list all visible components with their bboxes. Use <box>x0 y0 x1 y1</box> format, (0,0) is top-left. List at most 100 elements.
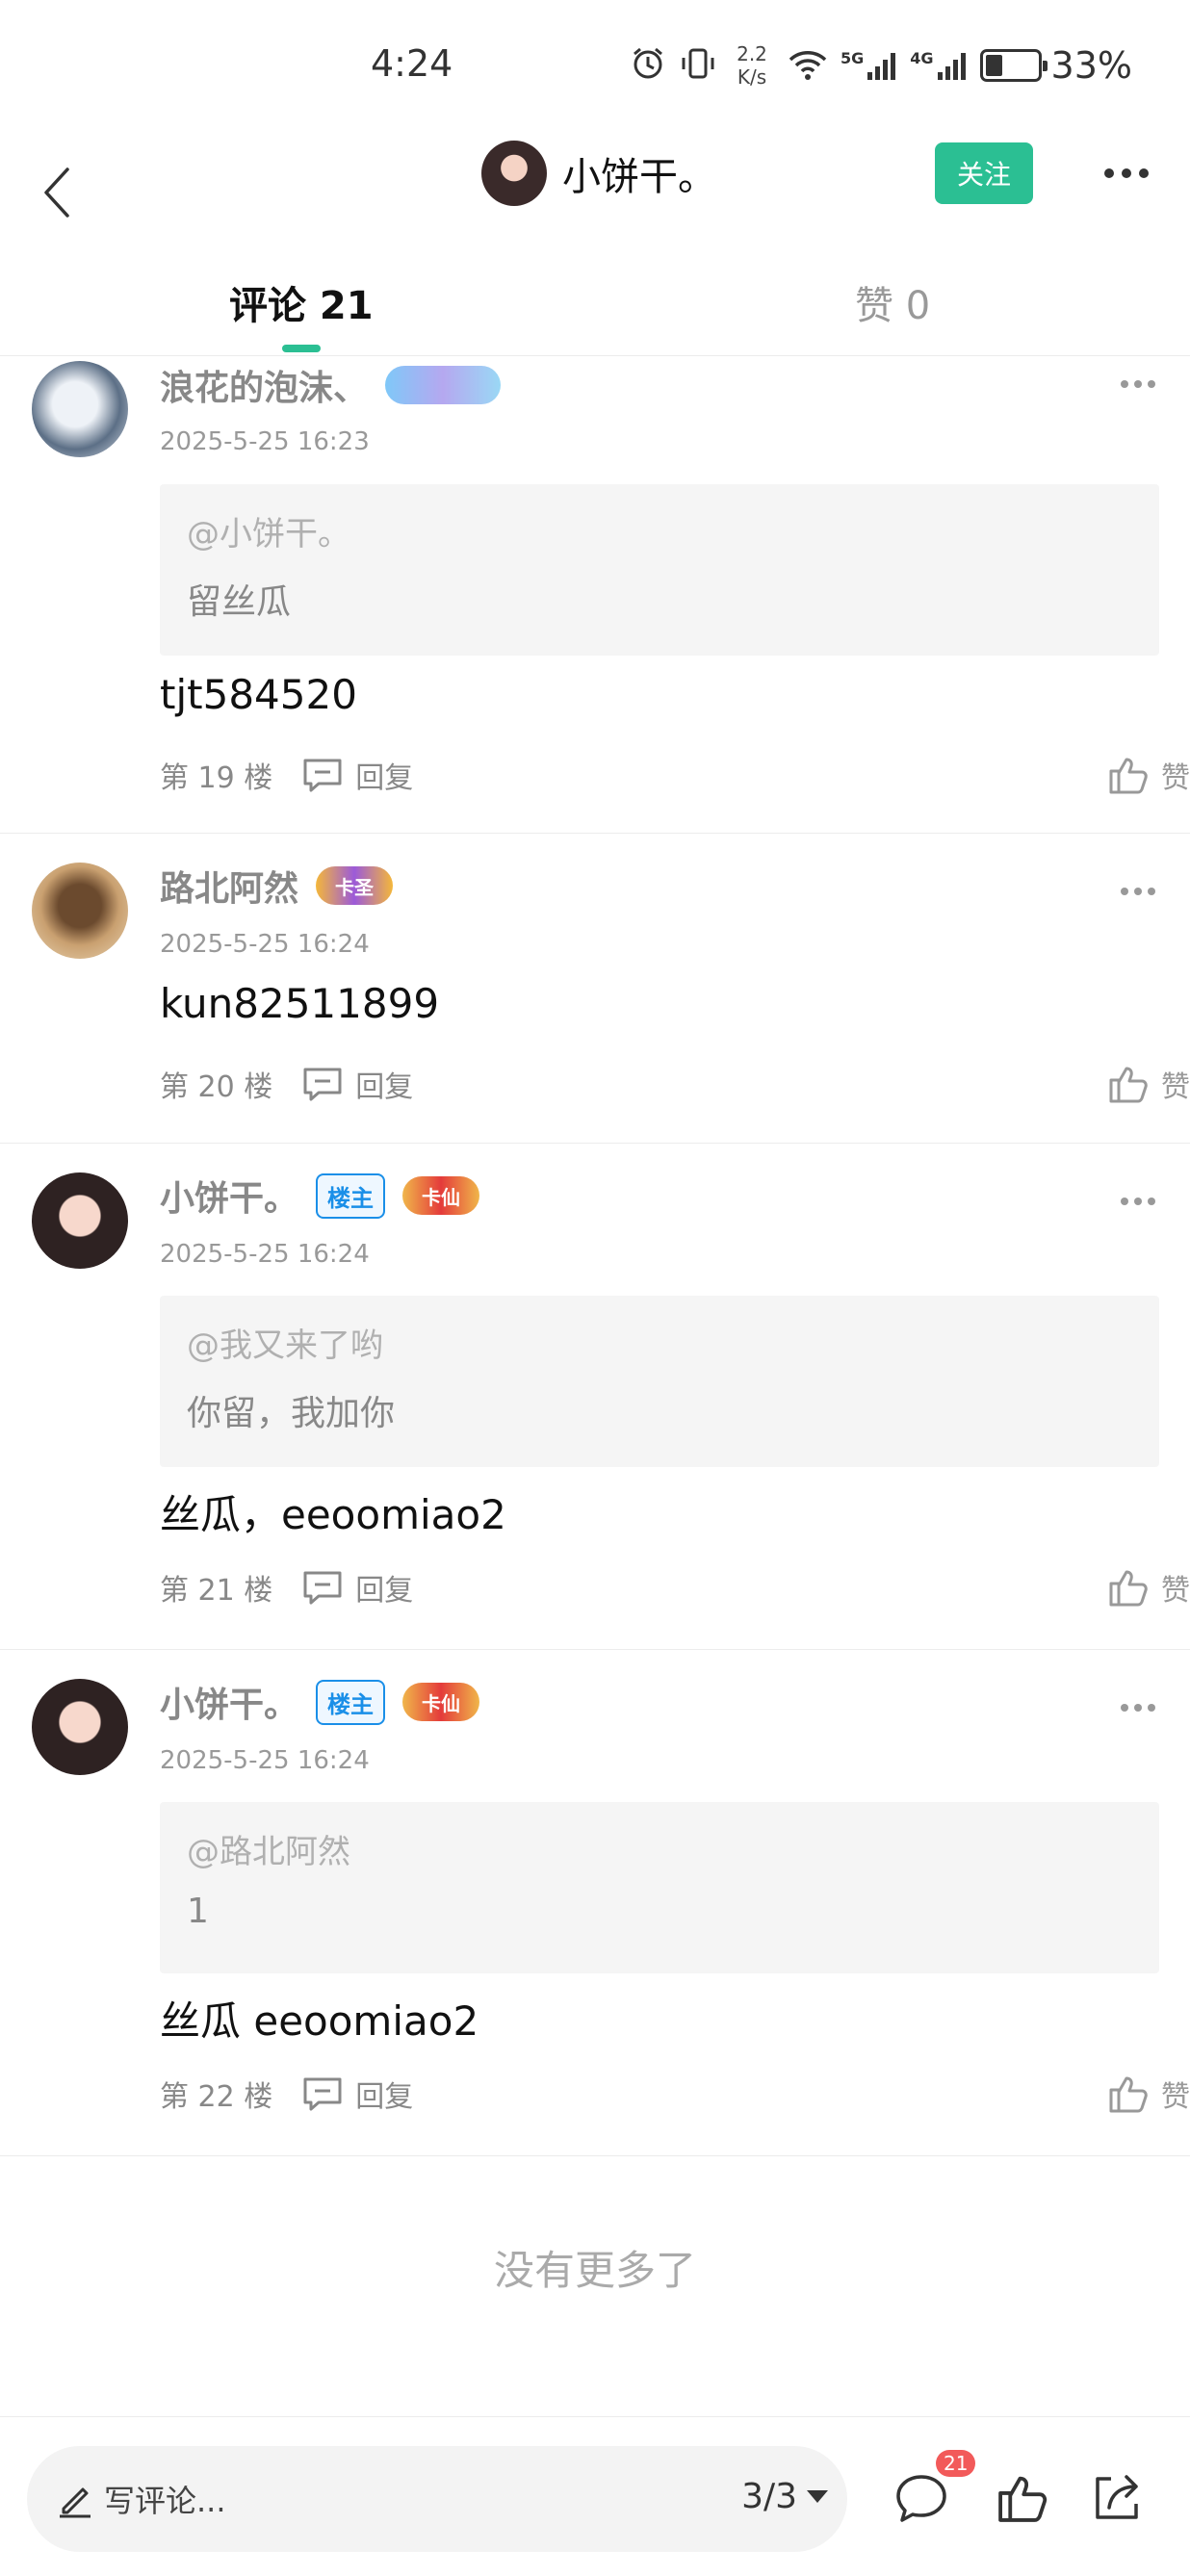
like-label: 赞 <box>1161 1070 1190 1104</box>
comment-header: 浪花的泡沫、 <box>160 356 502 414</box>
dot-icon <box>1148 380 1155 388</box>
back-button[interactable] <box>19 154 96 231</box>
write-comment-input[interactable]: 写评论... 3/3 <box>27 2446 847 2552</box>
more-options-button[interactable] <box>1098 154 1155 193</box>
quoted-comment[interactable]: @路北阿然 1 <box>160 1802 1159 1973</box>
medal-badge <box>385 366 502 404</box>
floor-number: 第 21 楼 <box>160 1574 273 1608</box>
share-icon <box>1096 2475 1138 2519</box>
quoted-user: @我又来了哟 <box>187 1327 383 1365</box>
dot-icon <box>1121 1704 1128 1712</box>
network-5g-label: 5G <box>841 49 865 67</box>
like-label: 赞 <box>1161 2080 1190 2114</box>
tab-comments[interactable]: 评论 21 <box>229 274 374 330</box>
dot-icon <box>1134 380 1142 388</box>
wifi-icon <box>787 44 829 87</box>
comment-time: 2025-5-25 16:24 <box>160 1746 370 1775</box>
like-button[interactable]: 赞 <box>1107 1063 1190 1105</box>
dot-icon <box>1121 380 1128 388</box>
reply-label: 回复 <box>355 2080 414 2114</box>
alarm-icon <box>629 44 667 87</box>
comment-body: 丝瓜 eeoomiao2 <box>160 1997 479 2045</box>
owner-badge: 楼主 <box>316 1679 386 1725</box>
quoted-text: 留丝瓜 <box>187 582 292 622</box>
thumbs-up-icon <box>998 2476 1048 2522</box>
comment-author[interactable]: 小饼干。 <box>160 1677 298 1727</box>
signal-4g-icon: 4G <box>910 49 968 82</box>
comment-time: 2025-5-25 16:24 <box>160 930 370 959</box>
comment-more-button[interactable] <box>1121 1704 1155 1712</box>
quoted-comment[interactable]: @小饼干。 留丝瓜 <box>160 484 1159 656</box>
medal-badge: 卡圣 <box>316 866 394 905</box>
page-selector[interactable]: 3/3 <box>741 2477 828 2516</box>
avatar[interactable] <box>481 141 547 206</box>
like-button[interactable]: 赞 <box>1107 2073 1190 2115</box>
dot-icon <box>1134 1704 1142 1712</box>
comment-item: 浪花的泡沫、 2025-5-25 16:23 @小饼干。 留丝瓜 tjt5845… <box>0 356 1190 834</box>
comment-count-badge: 21 <box>936 2450 976 2477</box>
comment-author[interactable]: 小饼干。 <box>160 1171 298 1221</box>
bottom-bar: 写评论... 3/3 21 <box>0 2416 1190 2576</box>
like-label: 赞 <box>1161 1574 1190 1608</box>
reply-button[interactable]: 回复 <box>301 2073 413 2115</box>
reply-button[interactable]: 回复 <box>301 1566 413 1609</box>
quoted-comment[interactable]: @我又来了哟 你留，我加你 <box>160 1296 1159 1467</box>
comment-more-button[interactable] <box>1121 888 1155 895</box>
header-user[interactable]: 小饼干。 <box>481 137 716 210</box>
no-more-text: 没有更多了 <box>493 2247 696 2294</box>
reply-icon <box>303 1571 342 1605</box>
battery-icon <box>979 49 1048 82</box>
reply-label: 回复 <box>355 1070 414 1104</box>
follow-button[interactable]: 关注 <box>935 142 1033 204</box>
comments-button[interactable] <box>891 2467 952 2529</box>
like-post-button[interactable] <box>992 2467 1053 2529</box>
avatar[interactable] <box>32 1172 128 1269</box>
comment-more-button[interactable] <box>1121 380 1155 388</box>
quoted-text: 你留，我加你 <box>187 1394 396 1433</box>
signal-5g-icon: 5G <box>841 49 898 82</box>
speed-unit: K/s <box>737 65 767 89</box>
comment-body: kun82511899 <box>160 980 440 1027</box>
comment-more-button[interactable] <box>1121 1198 1155 1205</box>
floor-number: 第 22 楼 <box>160 2080 273 2114</box>
comment-author[interactable]: 路北阿然 <box>160 861 298 911</box>
reply-button[interactable]: 回复 <box>301 1063 413 1105</box>
comment-header: 小饼干。 楼主 卡仙 <box>160 1673 480 1731</box>
comment-footer: 第 21 楼 回复 赞 <box>160 1563 1190 1611</box>
reply-label: 回复 <box>355 761 414 795</box>
page-indicator: 3/3 <box>741 2477 797 2516</box>
like-button[interactable]: 赞 <box>1107 754 1190 796</box>
comment-time: 2025-5-25 16:23 <box>160 427 370 456</box>
comment-body: 丝瓜，eeoomiao2 <box>160 1491 506 1538</box>
thumbs-up-icon <box>1109 758 1148 794</box>
dot-icon <box>1121 888 1128 895</box>
quoted-text: 1 <box>187 1892 209 1931</box>
status-icons: 2.2 K/s 5G 4G 33% <box>629 39 1132 92</box>
like-button[interactable]: 赞 <box>1107 1566 1190 1609</box>
network-speed: 2.2 K/s <box>729 42 775 89</box>
avatar[interactable] <box>32 863 128 959</box>
owner-badge: 楼主 <box>316 1172 386 1219</box>
comment-item: 小饼干。 楼主 卡仙 2025-5-25 16:24 @路北阿然 1 丝瓜 ee… <box>0 1650 1190 2156</box>
pencil-icon <box>60 2487 91 2518</box>
status-bar: 4:24 2.2 K/s 5G 4G 33% <box>0 0 1190 135</box>
reply-icon <box>303 1068 342 1101</box>
network-4g-label: 4G <box>910 49 934 67</box>
dot-icon <box>1104 168 1114 178</box>
tab-likes[interactable]: 赞 0 <box>855 274 930 330</box>
floor-number: 第 19 楼 <box>160 761 273 795</box>
comment-author[interactable]: 浪花的泡沫、 <box>160 360 368 410</box>
thumbs-up-icon <box>1109 2076 1148 2113</box>
comment-footer: 第 19 楼 回复 赞 <box>160 751 1190 799</box>
avatar[interactable] <box>32 361 128 457</box>
avatar[interactable] <box>32 1679 128 1775</box>
tab-indicator <box>282 345 321 352</box>
comment-bubble-icon <box>896 2475 946 2522</box>
dot-icon <box>1148 1198 1155 1205</box>
share-button[interactable] <box>1086 2467 1148 2529</box>
comment-footer: 第 22 楼 回复 赞 <box>160 2070 1190 2118</box>
reply-button[interactable]: 回复 <box>301 754 413 796</box>
comment-item: 小饼干。 楼主 卡仙 2025-5-25 16:24 @我又来了哟 你留，我加你… <box>0 1144 1190 1650</box>
comment-footer: 第 20 楼 回复 赞 <box>160 1060 1190 1108</box>
vibrate-icon <box>679 44 717 87</box>
